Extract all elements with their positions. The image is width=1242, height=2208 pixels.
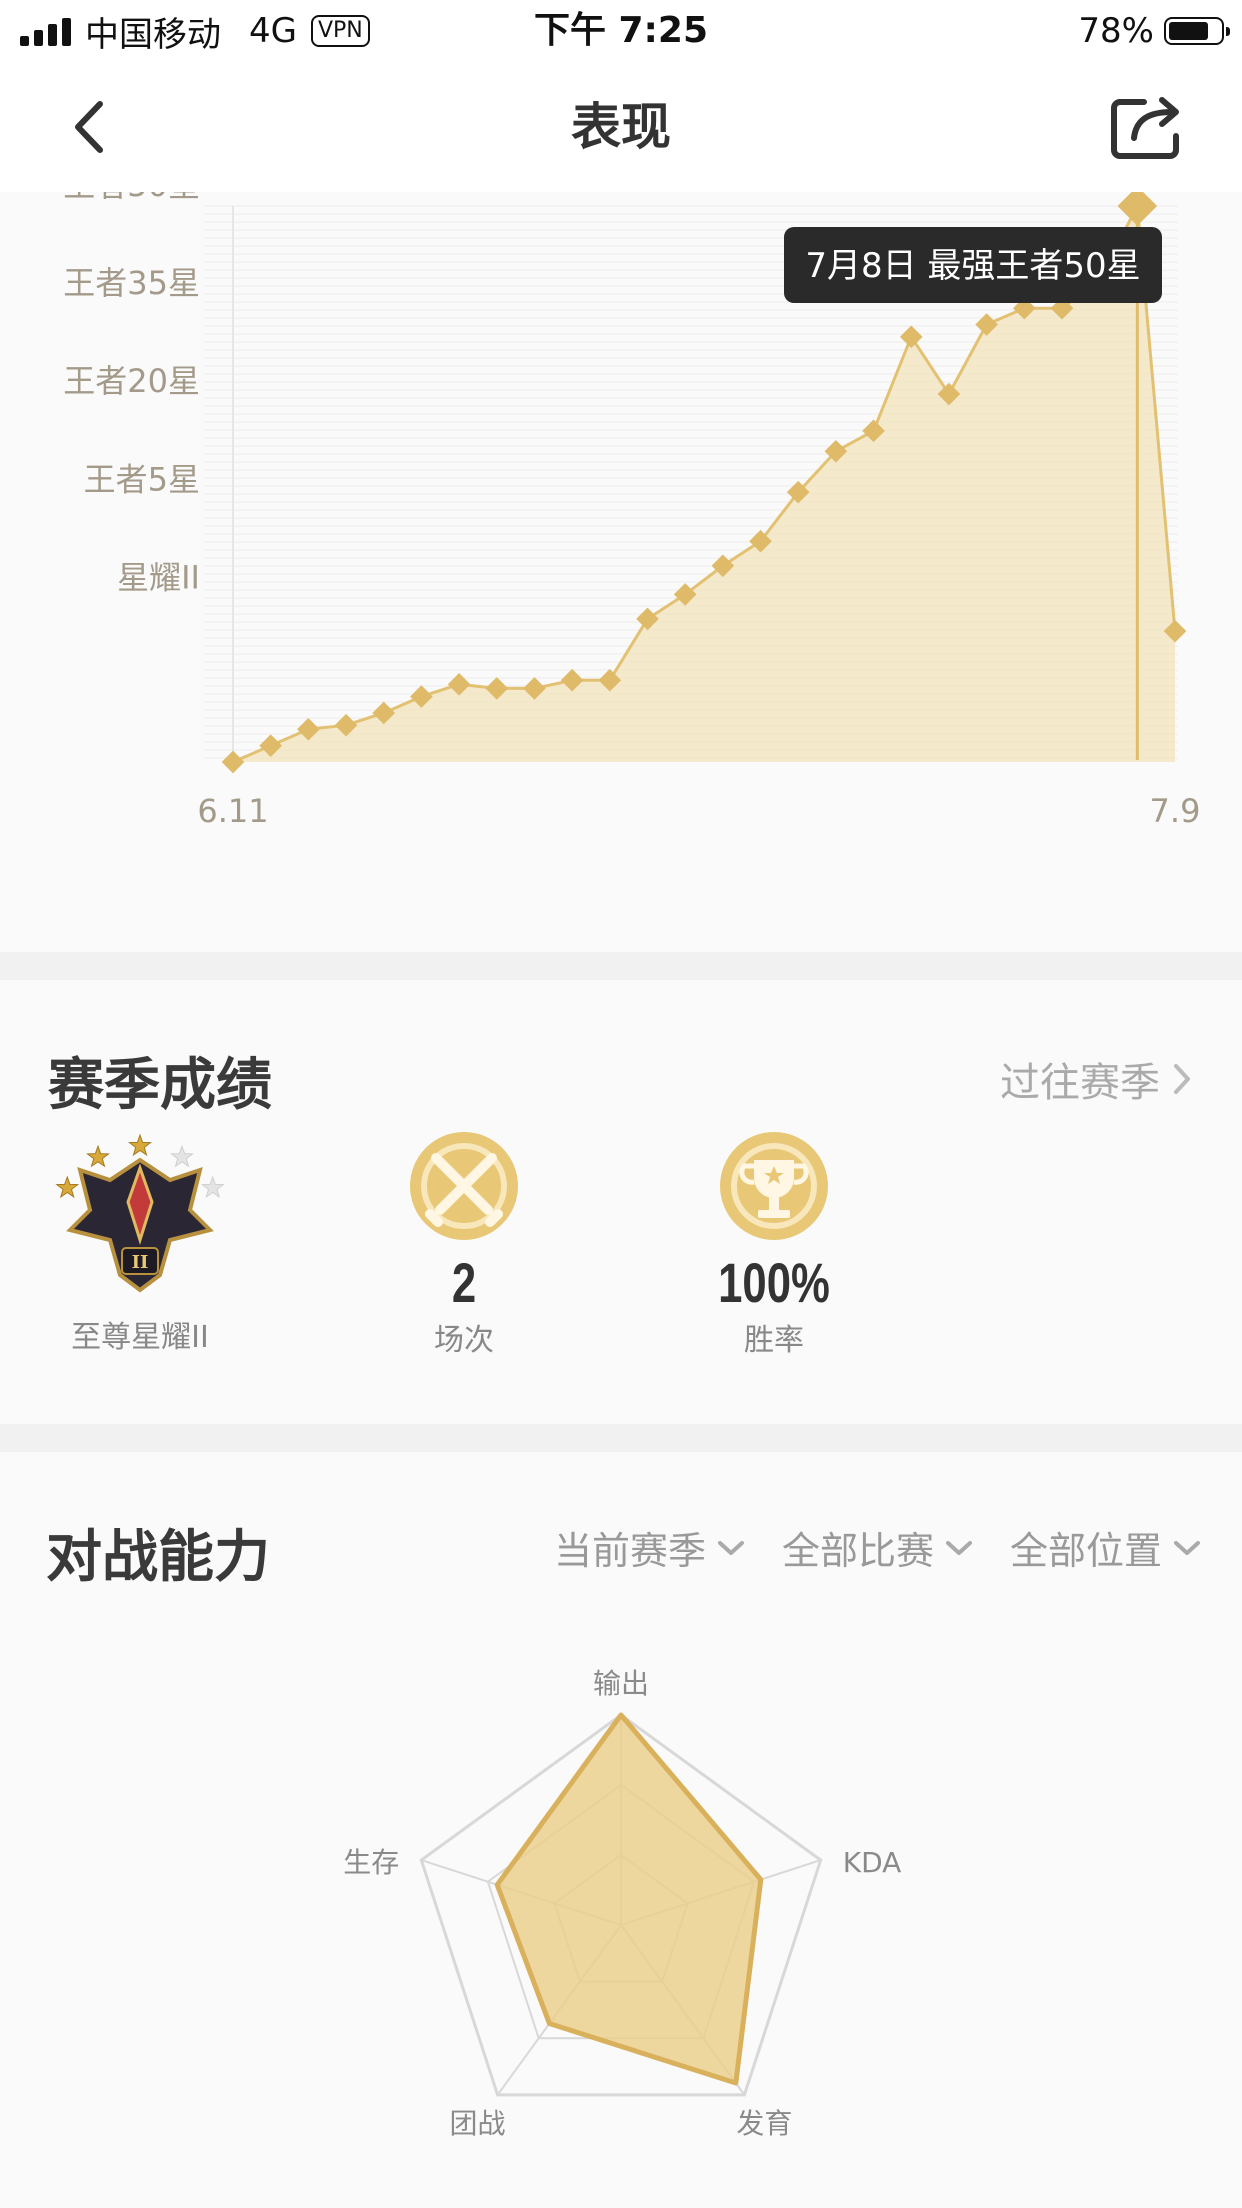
y-tick-label: 王者35星 [63,264,200,302]
ability-radar-chart: 输出 KDA 发育 团战 生存 [343,1667,902,2140]
radar-axis-label: KDA [843,1846,902,1879]
section-divider [0,952,1242,980]
y-tick-label: 王者5星 [84,460,200,498]
radar-axis-label: 生存 [343,1846,399,1879]
nav-bar: 表现 [0,62,1242,192]
section-title-season: 赛季成绩 [48,1053,272,1118]
tooltip-text: 7月8日 最强王者50星 [805,246,1140,286]
chevron-right-icon [1174,1064,1190,1094]
matches-label: 场次 [434,1323,494,1358]
section-divider [0,1424,1242,1452]
share-icon[interactable] [1110,90,1186,162]
winrate-label: 胜率 [744,1323,804,1358]
rank-label: 至尊星耀II [71,1320,209,1355]
battery-icon [1164,17,1230,45]
rank-badge-numeral: II [132,1252,149,1273]
past-seasons-link[interactable]: 过往赛季 [1000,1050,1192,1108]
past-seasons-label: 过往赛季 [1000,1060,1160,1106]
clock: 下午 7:25 [533,10,709,51]
rank-star-icon [200,1175,225,1199]
matches-value: 2 [451,1251,477,1314]
rank-star-icon [55,1175,80,1199]
radar-axis-label: 团战 [450,2107,506,2140]
season-results-section: 赛季成绩 过往赛季 II 至尊星耀II 2 场次 100% 胜率 [0,980,1242,1424]
chart-tooltip: 7月8日 最强王者50星 [784,227,1162,303]
page-title: 表现 [571,98,671,156]
data-point[interactable] [1117,186,1158,226]
y-tick-label: 王者50星 [63,192,200,204]
performance-chart-card: 王者50星王者35星王者20星王者5星星耀II 6.11 7.9 7月8日 最强王… [0,166,1242,952]
radar-axis-label: 输出 [593,1667,649,1700]
status-bar: 中国移动 4G VPN 下午 7:25 78% [0,0,1242,62]
winrate-value: 100% [718,1251,830,1314]
rank-star-icon [128,1133,152,1157]
winrate-stat: 100% 胜率 [674,1126,874,1359]
battery-percent: 78% [1078,11,1154,51]
trophy-icon [720,1132,828,1240]
status-right: 78% [1078,8,1230,54]
y-tick-label: 星耀II [117,558,200,596]
rank-star-icon [86,1144,110,1168]
radar-axis-label: 发育 [736,2107,792,2140]
rank-star-icon [170,1144,194,1168]
data-point[interactable] [221,750,245,774]
battle-ability-section: 对战能力 当前赛季 全部比赛 全部位置 输出 KDA 发育 团战 生存 [0,1452,1242,2208]
x-tick-label: 6.11 [197,792,268,830]
rank-stat: II 至尊星耀II [40,1120,240,1356]
matches-stat: 2 场次 [364,1126,564,1359]
crossed-swords-icon [410,1132,518,1240]
rank-badge-icon: II [55,1133,225,1293]
y-tick-label: 王者20星 [63,362,200,400]
performance-chart[interactable]: 王者50星王者35星王者20星王者5星星耀II 6.11 7.9 7月8日 最强王… [0,166,1242,952]
radar-value-polygon [494,1712,764,2086]
x-tick-label: 7.9 [1150,792,1201,830]
data-point[interactable] [899,325,923,349]
